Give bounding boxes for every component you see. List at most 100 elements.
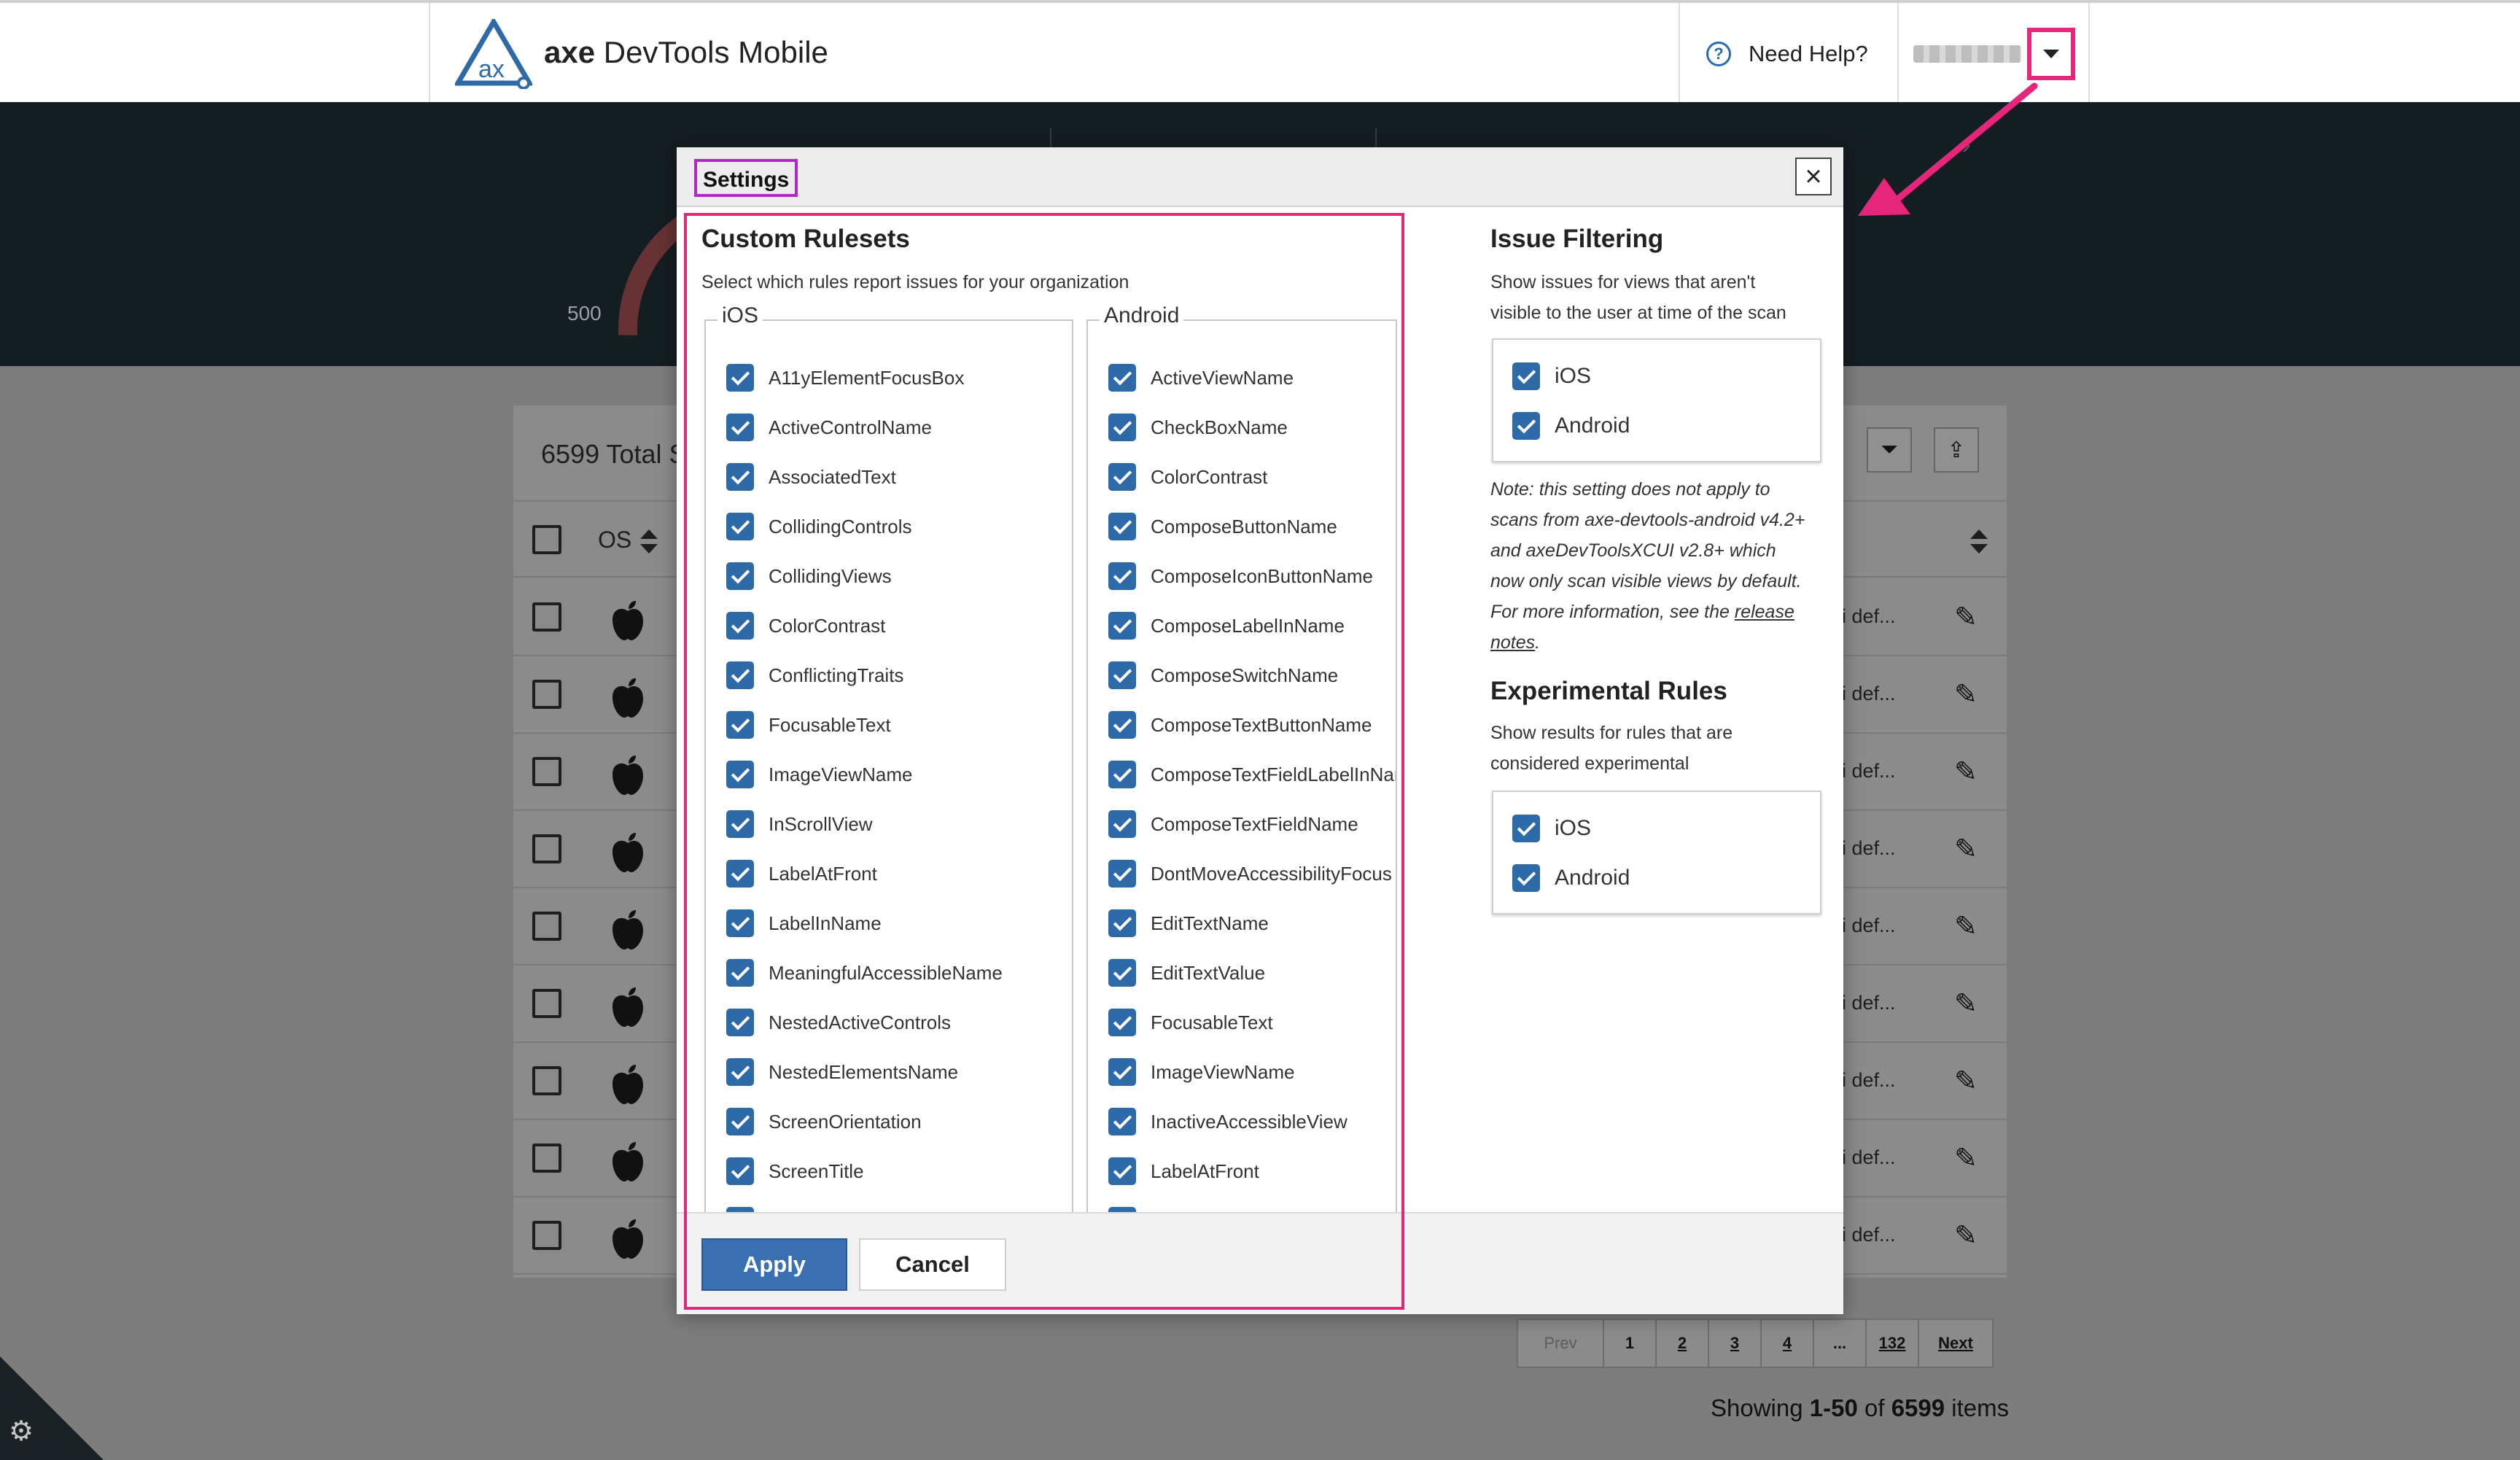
- pagination-page[interactable]: 2: [1657, 1320, 1709, 1367]
- checkbox-checked-icon[interactable]: [1108, 463, 1136, 491]
- rule-checkbox[interactable]: CheckBoxName: [1108, 403, 1396, 452]
- rule-checkbox[interactable]: CollidingControls: [726, 502, 1003, 551]
- close-button[interactable]: ×: [1795, 158, 1832, 195]
- rule-checkbox[interactable]: MeaningfulAccessibleName: [726, 948, 1003, 998]
- release-notes-link[interactable]: notes: [1490, 632, 1535, 653]
- rule-checkbox[interactable]: LabelInName: [1108, 1196, 1396, 1214]
- checkbox-checked-icon[interactable]: [1108, 661, 1136, 689]
- export-button[interactable]: ⇪: [1934, 427, 1979, 473]
- checkbox-checked-icon[interactable]: [1108, 1009, 1136, 1036]
- checkbox-checked-icon[interactable]: [1108, 810, 1136, 838]
- filter-button[interactable]: ⏷: [1867, 427, 1912, 473]
- pagination-page[interactable]: 4: [1762, 1320, 1814, 1367]
- checkbox-checked-icon[interactable]: [1108, 513, 1136, 540]
- checkbox-checked-icon[interactable]: [726, 612, 754, 640]
- pagination-next[interactable]: Next: [1919, 1320, 1992, 1367]
- rule-checkbox[interactable]: LabelAtFront: [726, 849, 1003, 898]
- rule-checkbox[interactable]: ComposeTextFieldLabelInName: [1108, 750, 1396, 799]
- checkbox-checked-icon[interactable]: [726, 959, 754, 987]
- pencil-icon[interactable]: ✎: [1954, 601, 1978, 634]
- checkbox-checked-icon[interactable]: [1108, 959, 1136, 987]
- rule-checkbox[interactable]: ComposeTextFieldName: [1108, 799, 1396, 849]
- checkbox-checked-icon[interactable]: [726, 1058, 754, 1086]
- rule-checkbox[interactable]: ImageViewName: [1108, 1047, 1396, 1097]
- rule-checkbox[interactable]: DontMoveAccessibilityFocus: [1108, 849, 1396, 898]
- checkbox-checked-icon[interactable]: [726, 463, 754, 491]
- pencil-icon[interactable]: ✎: [1954, 756, 1978, 788]
- checkbox-checked-icon[interactable]: [1512, 815, 1540, 842]
- rule-checkbox[interactable]: AssociatedText: [726, 452, 1003, 502]
- row-checkbox[interactable]: [532, 1221, 561, 1250]
- issue-filtering-ios-checkbox[interactable]: iOS: [1512, 352, 1591, 401]
- row-checkbox[interactable]: [532, 1066, 561, 1095]
- rule-checkbox[interactable]: LabelAtFront: [1108, 1146, 1396, 1196]
- experimental-ios-checkbox[interactable]: iOS: [1512, 804, 1591, 853]
- rule-checkbox[interactable]: ComposeIconButtonName: [1108, 551, 1396, 601]
- rule-checkbox[interactable]: A11yElementFocusBox: [726, 353, 1003, 403]
- rule-checkbox[interactable]: ActiveViewName: [1108, 353, 1396, 403]
- row-checkbox[interactable]: [532, 602, 561, 632]
- pagination-page[interactable]: 1: [1604, 1320, 1657, 1367]
- checkbox-checked-icon[interactable]: [726, 364, 754, 392]
- select-all-checkbox[interactable]: [532, 525, 561, 554]
- checkbox-checked-icon[interactable]: [1108, 1157, 1136, 1185]
- rule-checkbox[interactable]: ScreenOrientation: [726, 1097, 1003, 1146]
- checkbox-checked-icon[interactable]: [1108, 364, 1136, 392]
- row-checkbox[interactable]: [532, 1143, 561, 1173]
- os-column-header[interactable]: OS: [598, 527, 631, 554]
- checkbox-checked-icon[interactable]: [1108, 562, 1136, 590]
- checkbox-checked-icon[interactable]: [1512, 864, 1540, 892]
- checkbox-checked-icon[interactable]: [726, 1157, 754, 1185]
- apply-button[interactable]: Apply: [701, 1238, 847, 1291]
- sort-icon[interactable]: [640, 529, 658, 554]
- pagination-page[interactable]: 3: [1709, 1320, 1762, 1367]
- checkbox-checked-icon[interactable]: [726, 661, 754, 689]
- pencil-icon[interactable]: ✎: [1954, 1142, 1978, 1175]
- issue-filtering-android-checkbox[interactable]: Android: [1512, 401, 1630, 451]
- checkbox-checked-icon[interactable]: [1108, 612, 1136, 640]
- rule-checkbox[interactable]: ColorContrast: [1108, 452, 1396, 502]
- checkbox-checked-icon[interactable]: [726, 909, 754, 937]
- pencil-icon[interactable]: ✎: [1954, 1219, 1978, 1252]
- release-notes-link[interactable]: release: [1735, 602, 1794, 622]
- row-checkbox[interactable]: [532, 989, 561, 1018]
- checkbox-checked-icon[interactable]: [1108, 761, 1136, 788]
- checkbox-checked-icon[interactable]: [1108, 860, 1136, 888]
- rule-checkbox[interactable]: CollidingViews: [726, 551, 1003, 601]
- pagination-prev[interactable]: Prev: [1518, 1320, 1604, 1367]
- checkbox-checked-icon[interactable]: [726, 513, 754, 540]
- rule-checkbox[interactable]: NestedElementsName: [726, 1047, 1003, 1097]
- row-checkbox[interactable]: [532, 757, 561, 786]
- pencil-icon[interactable]: ✎: [1954, 1065, 1978, 1098]
- row-checkbox[interactable]: [532, 912, 561, 941]
- checkbox-checked-icon[interactable]: [726, 761, 754, 788]
- pencil-icon[interactable]: ✎: [1954, 833, 1978, 866]
- rule-checkbox[interactable]: ComposeTextButtonName: [1108, 700, 1396, 750]
- checkbox-checked-icon[interactable]: [1108, 1108, 1136, 1135]
- gear-icon[interactable]: ⚙: [9, 1415, 34, 1448]
- checkbox-checked-icon[interactable]: [726, 413, 754, 441]
- rule-checkbox[interactable]: TouchTargetSize: [726, 1196, 1003, 1214]
- need-help-link[interactable]: ? Need Help?: [1706, 41, 1868, 67]
- rule-checkbox[interactable]: ActiveControlName: [726, 403, 1003, 452]
- row-checkbox[interactable]: [532, 834, 561, 863]
- rule-checkbox[interactable]: EditTextName: [1108, 898, 1396, 948]
- experimental-android-checkbox[interactable]: Android: [1512, 853, 1630, 903]
- checkbox-checked-icon[interactable]: [1108, 1058, 1136, 1086]
- checkbox-checked-icon[interactable]: [1512, 362, 1540, 390]
- checkbox-checked-icon[interactable]: [726, 810, 754, 838]
- rule-checkbox[interactable]: FocusableText: [1108, 998, 1396, 1047]
- rule-checkbox[interactable]: FocusableText: [726, 700, 1003, 750]
- rule-checkbox[interactable]: ImageViewName: [726, 750, 1003, 799]
- checkbox-checked-icon[interactable]: [726, 1108, 754, 1135]
- rule-checkbox[interactable]: InScrollView: [726, 799, 1003, 849]
- pagination-page[interactable]: 132: [1867, 1320, 1919, 1367]
- rule-checkbox[interactable]: ScreenTitle: [726, 1146, 1003, 1196]
- rule-checkbox[interactable]: ConflictingTraits: [726, 651, 1003, 700]
- checkbox-checked-icon[interactable]: [1512, 412, 1540, 440]
- rule-checkbox[interactable]: ComposeSwitchName: [1108, 651, 1396, 700]
- sort-icon[interactable]: [1970, 529, 1988, 554]
- cancel-button[interactable]: Cancel: [859, 1238, 1006, 1291]
- checkbox-checked-icon[interactable]: [1108, 909, 1136, 937]
- checkbox-checked-icon[interactable]: [726, 860, 754, 888]
